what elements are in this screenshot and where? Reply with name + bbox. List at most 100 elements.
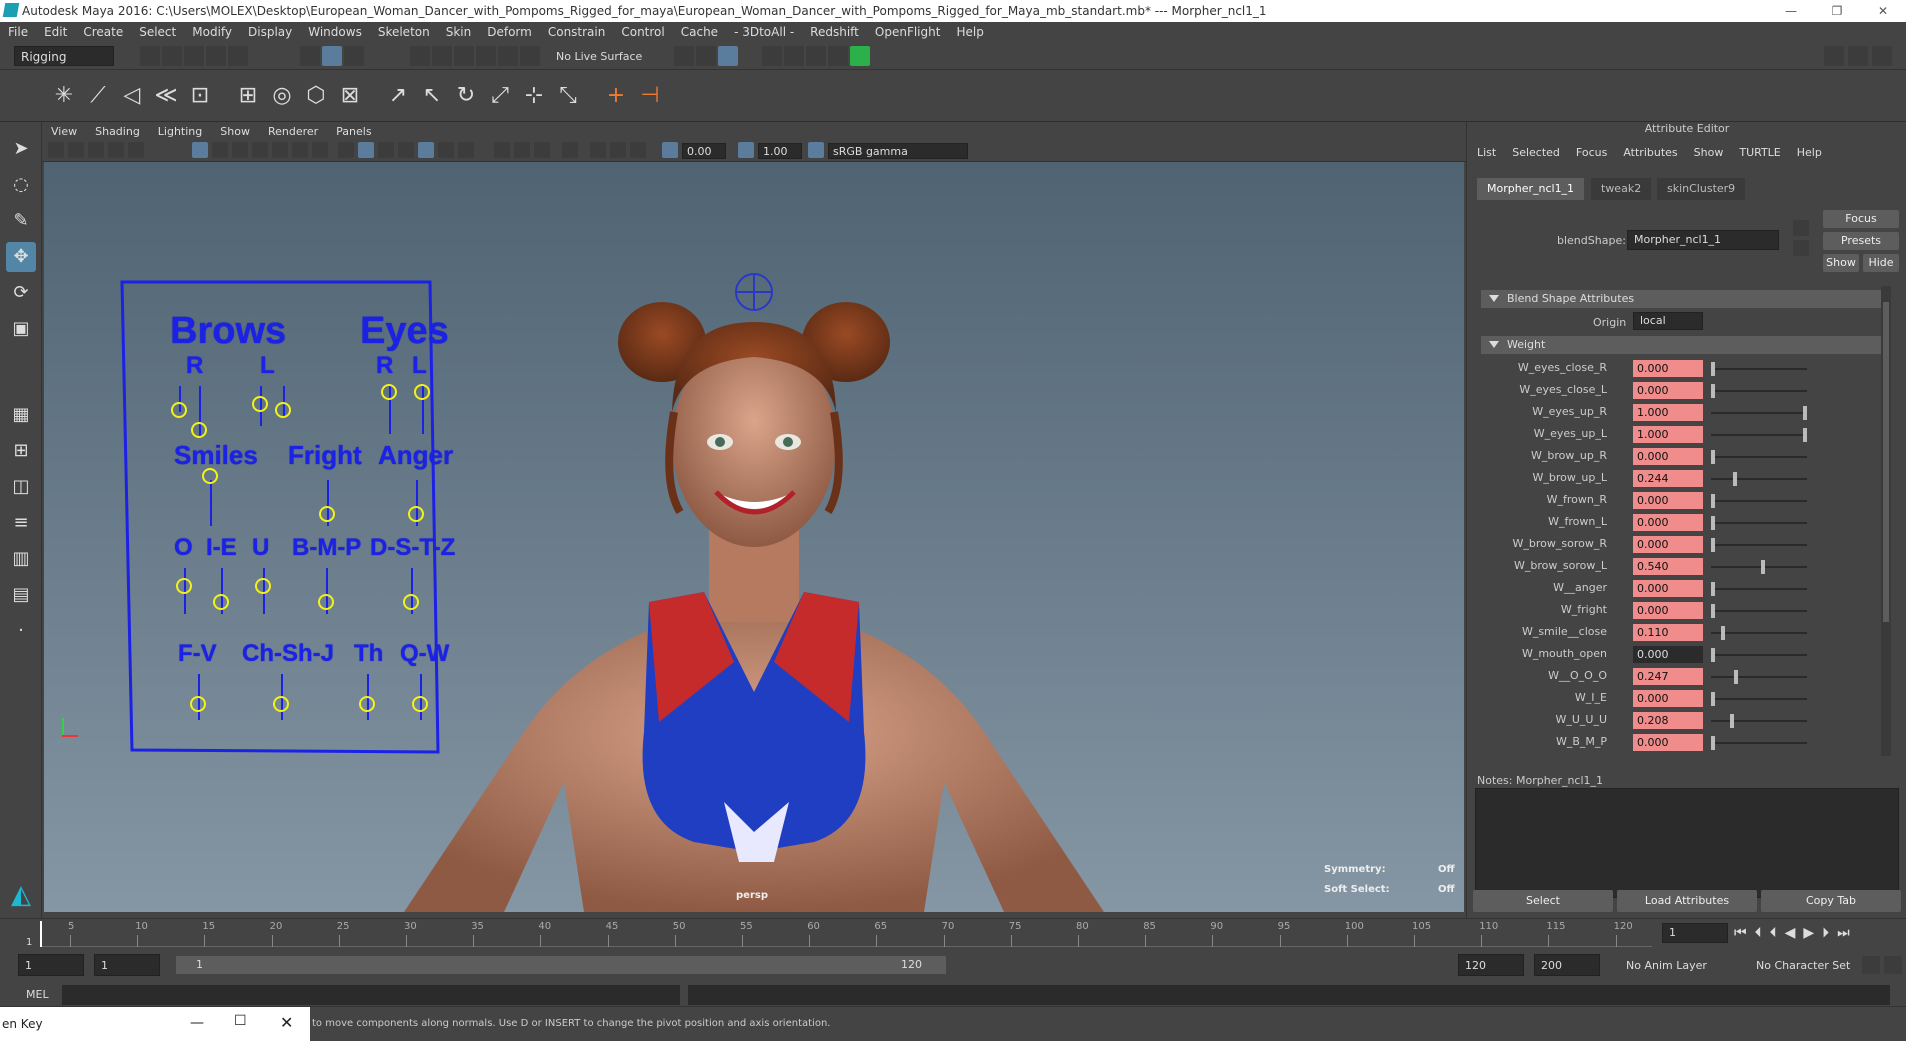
floating-maximize-icon[interactable]: ☐ (234, 1013, 247, 1029)
weight-slider[interactable] (1711, 566, 1807, 568)
persp-graph-icon[interactable]: ≡ (6, 508, 36, 538)
weight-value-field[interactable]: 0.000 (1633, 580, 1703, 597)
mirror-joint-icon[interactable]: ⊡ (184, 80, 216, 112)
weight-slider-knob[interactable] (1733, 472, 1738, 486)
select-component-icon[interactable] (344, 46, 364, 66)
snap-view-icon[interactable] (476, 46, 496, 66)
attr-menu-attributes[interactable]: Attributes (1623, 146, 1677, 159)
notes-textarea[interactable] (1475, 788, 1899, 898)
weight-slider[interactable] (1711, 456, 1807, 458)
lasso-tool-icon[interactable]: ◌ (6, 170, 36, 200)
resolution-gate-icon[interactable] (232, 142, 248, 158)
weight-slider[interactable] (1711, 500, 1807, 502)
colorspace-dropdown[interactable]: sRGB gamma (828, 143, 968, 159)
save-scene-icon[interactable] (184, 46, 204, 66)
paint-weights-icon[interactable]: ◎ (266, 80, 298, 112)
color-management-icon[interactable] (808, 142, 824, 158)
weight-slider[interactable] (1711, 742, 1807, 744)
rotate-tool-icon[interactable]: ⟳ (6, 278, 36, 308)
safe-action-icon[interactable] (292, 142, 308, 158)
magnet-icon[interactable] (520, 46, 540, 66)
weight-slider[interactable] (1711, 720, 1807, 722)
floating-window[interactable]: en Key — ☐ ✕ (0, 1007, 310, 1041)
ipr-render-icon[interactable] (784, 46, 804, 66)
weight-slider[interactable] (1711, 544, 1807, 546)
select-button[interactable]: Select (1473, 890, 1613, 912)
input-ops-icon[interactable] (674, 46, 694, 66)
command-input[interactable] (62, 985, 680, 1005)
weight-slider-knob[interactable] (1711, 582, 1715, 596)
weight-slider-knob[interactable] (1730, 714, 1735, 728)
menu-constrain[interactable]: Constrain (540, 25, 614, 39)
ambient-occlusion-icon[interactable] (458, 142, 474, 158)
open-scene-icon[interactable] (162, 46, 182, 66)
depth-of-field-icon[interactable] (534, 142, 550, 158)
xray-components-icon[interactable] (630, 142, 646, 158)
menu-openflight[interactable]: OpenFlight (867, 25, 949, 39)
rig-control-fright[interactable] (319, 506, 335, 522)
blendshape-name-field[interactable]: Morpher_ncl1_1 (1627, 230, 1779, 250)
weight-slider[interactable] (1711, 478, 1807, 480)
render-settings-icon[interactable] (718, 46, 738, 66)
weight-slider[interactable] (1711, 698, 1807, 700)
ik-fk-icon[interactable]: ⊣ (634, 80, 666, 112)
floating-close-icon[interactable]: ✕ (280, 1013, 293, 1032)
pole-vector-icon[interactable]: ⤡ (552, 80, 584, 112)
rig-control-bmp[interactable] (318, 594, 334, 610)
weight-slider[interactable] (1711, 522, 1807, 524)
hide-button[interactable]: Hide (1863, 254, 1899, 272)
select-tool-icon[interactable]: ➤ (6, 134, 36, 164)
camera-attr-icon[interactable] (68, 142, 84, 158)
weight-value-field[interactable]: 0.000 (1633, 734, 1703, 751)
weight-value-field[interactable]: 0.540 (1633, 558, 1703, 575)
weight-value-field[interactable]: 0.000 (1633, 448, 1703, 465)
weight-slider[interactable] (1711, 654, 1807, 656)
select-hierarchy-icon[interactable] (300, 46, 320, 66)
timeline-ruler[interactable]: 5 10 15 20 25 30 35 40 45 50 55 60 65 70 75 80 85 90 95 100… (40, 921, 1652, 947)
weight-slider[interactable] (1711, 610, 1807, 612)
panel-menu-show[interactable]: Show (211, 125, 259, 138)
weight-value-field[interactable]: 0.000 (1633, 360, 1703, 377)
parent-constraint-icon[interactable]: ⊹ (518, 80, 550, 112)
time-slider[interactable]: 1 5 10 15 20 25 30 35 40 45 50 55 60 65 70 75 80 85 90 95 1… (0, 918, 1906, 948)
rig-control-th[interactable] (359, 696, 375, 712)
weight-slider-knob[interactable] (1711, 538, 1715, 552)
weight-value-field[interactable]: 0.000 (1633, 514, 1703, 531)
render-view-icon[interactable] (806, 46, 826, 66)
weight-slider-knob[interactable] (1803, 406, 1807, 420)
smooth-bind-icon[interactable]: ⊞ (232, 80, 264, 112)
select-object-icon[interactable] (322, 46, 342, 66)
weight-slider[interactable] (1711, 412, 1807, 414)
weight-slider[interactable] (1711, 434, 1807, 436)
hypershade-icon[interactable] (828, 46, 848, 66)
menu-select[interactable]: Select (131, 25, 184, 39)
weight-slider-knob[interactable] (1760, 560, 1765, 574)
character-set-dropdown[interactable]: No Character Set (1756, 959, 1850, 972)
weight-slider-knob[interactable] (1733, 670, 1738, 684)
joint-tool-icon[interactable]: ✳ (48, 80, 80, 112)
paint-select-icon[interactable]: ✎ (6, 206, 36, 236)
isolate-select-icon[interactable] (562, 142, 578, 158)
weight-slider-knob[interactable] (1721, 626, 1726, 640)
menu-display[interactable]: Display (240, 25, 300, 39)
weight-value-field[interactable]: 0.244 (1633, 470, 1703, 487)
weight-value-field[interactable]: 0.000 (1633, 602, 1703, 619)
weight-slider[interactable] (1711, 390, 1807, 392)
rig-control-ie[interactable] (213, 594, 229, 610)
character-model[interactable] (404, 262, 1104, 912)
film-gate-icon[interactable] (212, 142, 228, 158)
more-layouts-icon[interactable]: · (6, 616, 36, 646)
safe-title-icon[interactable] (312, 142, 328, 158)
bookmark-icon[interactable] (88, 142, 104, 158)
rig-control-fv[interactable] (190, 696, 206, 712)
field-chart-icon[interactable] (272, 142, 288, 158)
restore-button[interactable]: ❐ (1814, 0, 1860, 22)
weight-slider[interactable] (1711, 368, 1807, 370)
scale-tool-icon[interactable]: ▣ (6, 314, 36, 344)
menu-3dtoall[interactable]: - 3DtoAll - (726, 25, 802, 39)
menu-redshift[interactable]: Redshift (802, 25, 867, 39)
viewport-persp[interactable]: Brows Eyes R L R L Smiles Fright Anger O… (44, 162, 1464, 912)
weight-value-field[interactable]: 0.000 (1633, 690, 1703, 707)
attr-menu-list[interactable]: List (1477, 146, 1496, 159)
panel-menu-view[interactable]: View (42, 125, 86, 138)
